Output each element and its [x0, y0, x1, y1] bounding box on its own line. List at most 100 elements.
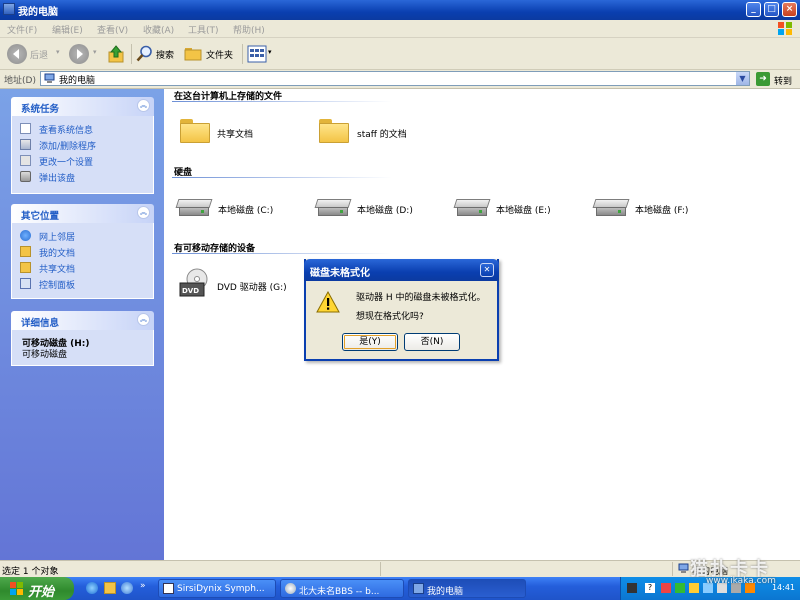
menu-file[interactable]: 文件(F) [7, 23, 37, 36]
tray-app-icon[interactable] [689, 583, 699, 593]
link-network-places[interactable]: 网上邻居 [39, 230, 75, 243]
views-button[interactable]: ▾ [247, 45, 275, 63]
help-icon[interactable]: ? [645, 583, 655, 593]
status-divider [380, 562, 381, 576]
chevron-down-icon[interactable]: ▾ [56, 48, 60, 56]
dialog-title-bar[interactable]: 磁盘未格式化 ✕ [304, 259, 499, 281]
link-eject-disk[interactable]: 弹出该盘 [39, 171, 75, 184]
minimize-button[interactable]: _ [746, 2, 761, 17]
system-tasks-header[interactable]: 系统任务 ︽ [11, 97, 154, 116]
task-button-my-computer[interactable]: 我的电脑 [408, 579, 526, 598]
chevron-down-icon[interactable]: ▾ [268, 48, 272, 56]
dialog-close-button[interactable]: ✕ [480, 263, 494, 277]
network-places-icon [20, 230, 31, 241]
item-drive-f[interactable]: 本地磁盘 (F:) [592, 197, 714, 221]
item-label: 共享文档 [217, 130, 254, 140]
back-button[interactable]: 后退 ▾ [5, 42, 65, 66]
item-label: 本地磁盘 (D:) [357, 206, 413, 216]
yes-button[interactable]: 是(Y) [342, 333, 398, 351]
folders-label: 文件夹 [206, 51, 234, 61]
menu-help[interactable]: 帮助(H) [233, 23, 265, 36]
item-staff-documents[interactable]: staff 的文档 [319, 117, 449, 147]
media-player-icon[interactable] [121, 582, 133, 594]
forward-button[interactable]: ▾ [67, 42, 101, 66]
collapse-chevron-icon[interactable]: ︽ [137, 206, 150, 219]
task-label: 北大未名BBS -- b... [299, 587, 380, 597]
eject-drive-icon [20, 171, 31, 182]
address-value: 我的电脑 [59, 76, 96, 86]
item-drive-d[interactable]: 本地磁盘 (D:) [314, 197, 436, 221]
item-dvd-drive-g[interactable]: DVD DVD 驱动器 (G:) [178, 267, 308, 301]
collapse-chevron-icon[interactable]: ︽ [137, 313, 150, 326]
start-label: 开始 [28, 585, 55, 600]
control-panel-icon [20, 278, 31, 289]
link-change-setting[interactable]: 更改一个设置 [39, 155, 93, 168]
up-folder-button[interactable] [106, 44, 126, 64]
task-button-sirsidynix[interactable]: SirsiDynix Symph... [158, 579, 276, 598]
address-field[interactable]: 我的电脑 ▼ [40, 71, 750, 86]
chevron-down-icon[interactable]: ▾ [93, 48, 97, 56]
computer-icon [678, 563, 689, 573]
go-button[interactable]: 转到 [774, 74, 792, 87]
system-tasks-title: 系统任务 [21, 104, 60, 115]
close-button[interactable]: × [782, 2, 797, 17]
folders-button[interactable]: 文件夹 [184, 44, 238, 64]
my-documents-icon [20, 246, 31, 257]
windows-logo-icon [10, 582, 23, 595]
tray-app-icon[interactable] [675, 583, 685, 593]
status-bar: 选定 1 个对象 我的电脑 [0, 560, 800, 578]
item-label: 本地磁盘 (E:) [496, 206, 551, 216]
maximize-button[interactable]: □ [764, 2, 779, 17]
windows-logo-icon [778, 22, 792, 35]
task-button-bbs[interactable]: 北大未名BBS -- b... [280, 579, 404, 598]
dialog-title: 磁盘未格式化 [310, 268, 370, 279]
window-title: 我的电脑 [18, 7, 58, 18]
menu-bar: 文件(F) 编辑(E) 查看(V) 收藏(A) 工具(T) 帮助(H) [0, 20, 800, 38]
menu-view[interactable]: 查看(V) [97, 23, 128, 36]
dialog-message-line2: 想现在格式化吗? [356, 312, 424, 322]
item-shared-documents[interactable]: 共享文档 [180, 117, 290, 147]
section-divider [172, 253, 392, 254]
search-button[interactable]: 搜索 [136, 44, 178, 64]
details-title: 详细信息 [21, 318, 60, 329]
status-text: 选定 1 个对象 [2, 567, 59, 577]
menu-tools[interactable]: 工具(T) [188, 23, 219, 36]
tray-app-icon[interactable] [661, 583, 671, 593]
browser-icon[interactable] [86, 582, 98, 594]
unformatted-disk-dialog: 磁盘未格式化 ✕ 驱动器 H 中的磁盘未被格式化。 想现在格式化吗? 是(Y) … [304, 259, 499, 361]
chevron-right-icon[interactable]: » [140, 581, 146, 591]
keyboard-icon[interactable] [627, 583, 637, 593]
chevron-down-icon[interactable]: ▼ [736, 72, 749, 85]
item-drive-e[interactable]: 本地磁盘 (E:) [453, 197, 575, 221]
menu-favorites[interactable]: 收藏(A) [143, 23, 174, 36]
link-add-remove-programs[interactable]: 添加/删除程序 [39, 139, 96, 152]
details-header[interactable]: 详细信息 ︽ [11, 311, 154, 330]
link-control-panel[interactable]: 控制面板 [39, 278, 75, 291]
other-places-header[interactable]: 其它位置 ︽ [11, 204, 154, 223]
title-bar[interactable]: 我的电脑 _ □ × [0, 0, 800, 20]
watermark-url: www.ikaka.com [706, 576, 776, 586]
computer-icon [3, 3, 15, 15]
browser-icon [285, 583, 296, 594]
collapse-chevron-icon[interactable]: ︽ [137, 99, 150, 112]
magnifier-icon [136, 45, 152, 62]
no-button[interactable]: 否(N) [404, 333, 460, 351]
folder-icon [180, 119, 210, 143]
control-panel-icon [20, 155, 31, 166]
item-drive-c[interactable]: 本地磁盘 (C:) [175, 197, 297, 221]
dialog-message-line1: 驱动器 H 中的磁盘未被格式化。 [356, 293, 486, 303]
start-button[interactable]: 开始 [0, 577, 74, 600]
go-arrow-icon[interactable]: ➜ [756, 72, 770, 86]
other-places-title: 其它位置 [21, 211, 60, 222]
dvd-drive-icon: DVD [179, 268, 208, 297]
back-label: 后退 [30, 51, 49, 61]
task-label: 我的电脑 [427, 587, 464, 597]
section-divider [172, 101, 392, 102]
link-my-documents[interactable]: 我的文档 [39, 246, 75, 259]
link-shared-documents[interactable]: 共享文档 [39, 262, 75, 275]
folder-icon[interactable] [104, 582, 116, 594]
menu-edit[interactable]: 编辑(E) [52, 23, 83, 36]
address-label: 地址(D) [4, 76, 36, 86]
link-system-info[interactable]: 查看系统信息 [39, 123, 93, 136]
other-places-panel: 网上邻居 我的文档 共享文档 控制面板 [11, 223, 154, 299]
